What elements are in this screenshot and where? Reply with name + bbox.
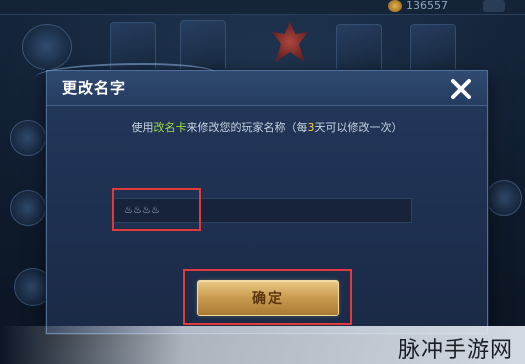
bg-card-3 [336,24,382,74]
top-resource-bar: 136557 [0,0,525,15]
left-emblem-2 [10,190,46,226]
dialog-title: 更改名字 [62,79,127,97]
button-highlight-box [183,269,352,325]
info-suffix: 天可以修改一次） [314,121,403,134]
left-emblem-1 [10,120,46,156]
top-corner-button[interactable] [483,0,505,12]
rename-card-item: 改名卡 [153,121,187,134]
site-watermark: 脉冲手游网 [398,338,514,363]
right-emblem [486,180,522,216]
coin-amount: 136557 [406,0,448,12]
info-middle: 来修改您的玩家名称（每 [186,121,308,134]
rename-dialog: 更改名字 使用改名卡来修改您的玩家名称（每3天可以修改一次） 确定 [35,63,488,334]
bg-card-4 [410,24,456,74]
days-count: 3 [307,121,315,134]
speaker-emblem-icon [22,24,72,70]
info-prefix: 使用 [131,121,154,134]
close-x-icon [451,79,471,99]
input-highlight-box [112,188,201,231]
rename-info-text: 使用改名卡来修改您的玩家名称（每3天可以修改一次） [47,119,487,135]
coin-icon [388,0,402,12]
dialog-header: 更改名字 [35,63,487,106]
close-button[interactable] [447,75,475,103]
